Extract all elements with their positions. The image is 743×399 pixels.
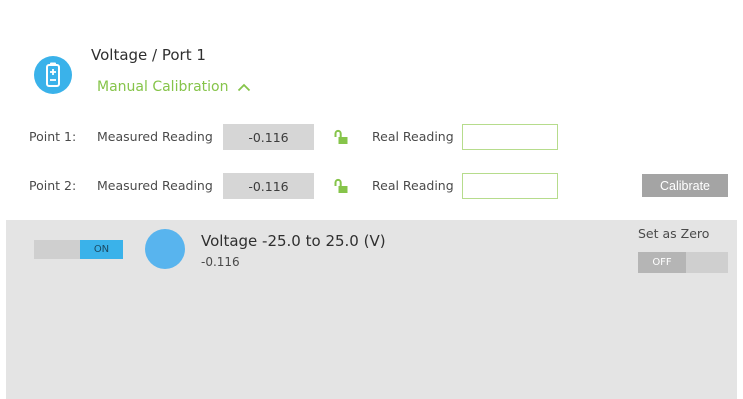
point-label: Point 1:: [29, 129, 77, 144]
calibrate-button[interactable]: Calibrate: [642, 174, 728, 197]
unlock-icon[interactable]: [332, 128, 350, 146]
manual-calibration-toggle[interactable]: Manual Calibration: [97, 79, 251, 95]
measured-reading-label: Measured Reading: [97, 178, 213, 193]
power-toggle-label: ON: [80, 240, 123, 259]
point-label: Point 2:: [29, 178, 77, 193]
real-reading-label: Real Reading: [372, 129, 454, 144]
reading-value: -0.116: [201, 255, 240, 269]
battery-icon: [34, 56, 72, 94]
sensor-power-toggle[interactable]: ON: [34, 240, 123, 259]
real-reading-input[interactable]: [462, 173, 558, 199]
real-reading-input[interactable]: [462, 124, 558, 150]
calibration-panel: Voltage / Port 1 Manual Calibration Poin…: [0, 0, 743, 219]
reading-title: Voltage -25.0 to 25.0 (V): [201, 232, 386, 250]
calibration-point-row: Point 1: Measured Reading -0.116 Real Re…: [0, 124, 743, 150]
sensor-readout-panel: ON Voltage -25.0 to 25.0 (V) -0.116 Set …: [6, 220, 737, 399]
unlock-icon[interactable]: [332, 177, 350, 195]
sensor-status-dot: [145, 229, 185, 269]
measured-reading-value: -0.116: [223, 124, 314, 150]
real-reading-label: Real Reading: [372, 178, 454, 193]
chevron-up-icon: [237, 83, 250, 91]
measured-reading-value: -0.116: [223, 173, 314, 199]
set-as-zero-label: Set as Zero: [638, 226, 710, 241]
set-as-zero-toggle[interactable]: OFF: [638, 252, 728, 273]
measured-reading-label: Measured Reading: [97, 129, 213, 144]
zero-toggle-label: OFF: [638, 252, 686, 273]
manual-calibration-label: Manual Calibration: [97, 79, 229, 95]
sensor-title: Voltage / Port 1: [91, 46, 206, 64]
calibration-point-row: Point 2: Measured Reading -0.116 Real Re…: [0, 173, 743, 199]
